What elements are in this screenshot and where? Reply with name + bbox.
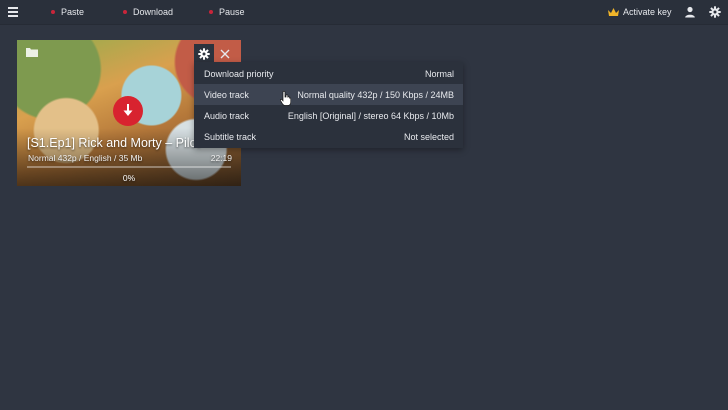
video-track-row[interactable]: Video track Normal quality 432p / 150 Kb… — [194, 84, 463, 105]
top-toolbar: Paste Download Pause Activate key — [0, 0, 728, 25]
crown-icon — [608, 8, 619, 16]
gear-icon — [198, 48, 210, 60]
row-label: Download priority — [204, 68, 274, 79]
row-label: Audio track — [204, 110, 250, 121]
download-priority-row[interactable]: Download priority Normal — [194, 63, 463, 84]
row-value: Normal — [424, 68, 454, 79]
close-icon — [220, 49, 230, 59]
folder-icon[interactable] — [26, 47, 38, 57]
paste-button[interactable]: Paste — [51, 0, 84, 24]
subtitle-track-row[interactable]: Subtitle track Not selected — [194, 126, 463, 147]
user-icon[interactable] — [684, 6, 696, 18]
download-dot-icon — [123, 10, 127, 14]
row-label: Video track — [204, 89, 249, 100]
row-value: Not selected — [403, 131, 454, 142]
track-settings-panel: Download priority Normal Video track Nor… — [194, 62, 463, 148]
menu-icon[interactable] — [8, 7, 18, 17]
row-label: Subtitle track — [204, 131, 257, 142]
progress-percent: 0% — [122, 173, 136, 183]
progress-bar — [27, 166, 231, 168]
download-arrow-icon — [123, 104, 133, 116]
audio-track-row[interactable]: Audio track English [Original] / stereo … — [194, 105, 463, 126]
pause-dot-icon — [209, 10, 213, 14]
video-title: [S1.Ep1] Rick and Morty – Pilot — [27, 136, 200, 150]
paste-dot-icon — [51, 10, 55, 14]
pause-button[interactable]: Pause — [209, 0, 245, 24]
paste-label: Paste — [61, 7, 85, 17]
download-circle-button[interactable] — [113, 96, 143, 126]
card-settings-button[interactable] — [194, 44, 214, 64]
row-value: Normal quality 432p / 150 Kbps / 24MB — [297, 89, 454, 100]
card-close-button[interactable] — [216, 44, 234, 64]
row-value: English [Original] / stereo 64 Kbps / 10… — [287, 110, 454, 121]
pointer-cursor-icon — [280, 91, 291, 106]
activate-key-label: Activate key — [623, 7, 672, 17]
settings-icon[interactable] — [709, 6, 721, 18]
download-button[interactable]: Download — [123, 0, 173, 24]
download-label: Download — [133, 7, 174, 17]
video-duration: 22:19 — [210, 153, 232, 163]
activate-key-button[interactable]: Activate key — [608, 0, 672, 24]
video-meta: Normal 432p / English / 35 Mb — [28, 153, 143, 163]
pause-label: Pause — [219, 7, 245, 17]
